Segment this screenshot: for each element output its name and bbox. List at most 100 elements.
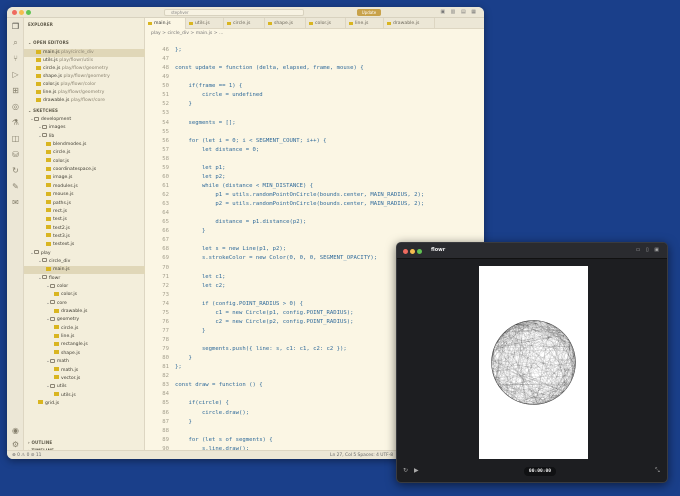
file-item[interactable]: testext.js <box>24 241 145 249</box>
close-window-button[interactable] <box>403 249 408 254</box>
tree-label: shape.js <box>61 350 80 356</box>
folder-icon <box>49 300 55 305</box>
open-editor-item[interactable]: main.js play/circle_div <box>24 49 145 57</box>
file-item[interactable]: rectangle.js <box>24 341 145 349</box>
settings-gear-icon[interactable]: ⚙ <box>11 440 20 449</box>
file-item[interactable]: line.js <box>24 333 145 341</box>
folder-item[interactable]: ⌄ circle_div <box>24 258 145 266</box>
layout-icons[interactable]: ▣ ▥ ▤ ▦ <box>440 9 478 15</box>
file-item[interactable]: circle.js <box>24 325 145 333</box>
line-number: 87 <box>162 418 169 425</box>
js-file-icon <box>46 233 51 238</box>
maximize-window-button[interactable] <box>26 10 31 15</box>
folder-item[interactable]: ⌄ utils <box>24 383 145 391</box>
folder-item[interactable]: ⌄ color <box>24 283 145 291</box>
cursor-position-status[interactable]: Ln 27, Col 5 Spaces: 4 UTF-8 <box>330 451 393 459</box>
code-editor[interactable]: }; const update = function (delta, elapse… <box>175 46 424 454</box>
file-item[interactable]: color.js <box>24 158 145 166</box>
file-item[interactable]: vector.js <box>24 375 145 383</box>
file-item[interactable]: mouse.js <box>24 191 145 199</box>
file-item[interactable]: math.js <box>24 367 145 375</box>
folder-item[interactable]: ⌄ flowr <box>24 275 145 283</box>
tab-color[interactable]: color.js <box>306 18 346 29</box>
code-line: } <box>175 418 192 425</box>
open-editor-item[interactable]: drawable.js play/flowr/core <box>24 97 145 105</box>
minimize-window-button[interactable] <box>19 10 24 15</box>
code-line: let s = new Line(p1, p2); <box>175 246 287 253</box>
file-item[interactable]: grid.js <box>24 400 145 408</box>
code-line: if(frame == 1) { <box>175 83 243 90</box>
docker-icon[interactable]: ◫ <box>11 134 20 143</box>
testing-icon[interactable]: ⚗ <box>11 118 20 127</box>
source-control-icon[interactable]: ⑂ <box>11 54 20 63</box>
file-item[interactable]: circle.js <box>24 149 145 157</box>
search-icon[interactable]: ⌕ <box>11 38 20 47</box>
tab-main[interactable]: main.js <box>145 18 186 29</box>
js-file-icon <box>54 350 59 355</box>
tab-circle[interactable]: circle.js <box>224 18 265 29</box>
open-editor-item[interactable]: utils.js play/flowr/utils <box>24 57 145 65</box>
folder-item[interactable]: ⌄ lib <box>24 133 145 141</box>
tree-label: core <box>56 300 67 306</box>
folder-item[interactable]: ⌄ development <box>24 116 145 124</box>
window-tools-icons[interactable]: ▭ ▯ ▣ <box>636 247 661 253</box>
chat-icon[interactable]: ✉ <box>11 198 20 207</box>
file-item[interactable]: test2.js <box>24 225 145 233</box>
breadcrumb[interactable]: play > circle_div > main.js > ... <box>151 30 223 38</box>
file-item[interactable]: shape.js <box>24 350 145 358</box>
file-item[interactable]: modules.js <box>24 183 145 191</box>
outline-header[interactable]: › OUTLINE <box>28 440 52 448</box>
flowr-title: flowr <box>431 247 446 253</box>
remote-icon[interactable]: ◎ <box>11 102 20 111</box>
open-editor-path: play/circle_div <box>61 50 94 55</box>
file-item[interactable]: color.js <box>24 291 145 299</box>
file-item[interactable]: utils.js <box>24 392 145 400</box>
tab-drawable[interactable]: drawable.js <box>384 18 435 29</box>
sketches-header[interactable]: ⌄ SKETCHES <box>28 108 58 116</box>
problems-status[interactable]: ⊗ 0 ⚠ 0 ⊘ 11 <box>12 451 41 459</box>
command-search-input[interactable]: stephver <box>164 9 304 16</box>
file-item[interactable]: test.js <box>24 216 145 224</box>
database-icon[interactable]: ⛁ <box>11 150 20 159</box>
code-line: let c2; <box>175 282 226 289</box>
open-editor-item[interactable]: color.js play/flowr/color <box>24 81 145 89</box>
play-icon[interactable]: ▶ <box>414 467 419 474</box>
minimize-window-button[interactable] <box>410 249 415 254</box>
tab-shape[interactable]: shape.js <box>265 18 306 29</box>
line-number: 77 <box>162 327 169 334</box>
open-editor-item[interactable]: shape.js play/flowr/geometry <box>24 73 145 81</box>
file-item[interactable]: paths.js <box>24 200 145 208</box>
open-editor-item[interactable]: line.js play/flowr/geometry <box>24 89 145 97</box>
extensions-icon[interactable]: ⊞ <box>11 86 20 95</box>
run-debug-icon[interactable]: ▷ <box>11 70 20 79</box>
open-editor-item[interactable]: circle.js play/flowr/geometry <box>24 65 145 73</box>
folder-item[interactable]: ⌄ play <box>24 250 145 258</box>
sketches-icon[interactable]: ✎ <box>11 182 20 191</box>
folder-item[interactable]: ⌄ math <box>24 358 145 366</box>
file-item[interactable]: coordinatespace.js <box>24 166 145 174</box>
tab-utils[interactable]: utils.js <box>186 18 224 29</box>
folder-item[interactable]: ⌄ images <box>24 124 145 132</box>
account-icon[interactable]: ◉ <box>11 426 20 435</box>
open-editors-header[interactable]: ⌄ OPEN EDITORS <box>28 40 69 48</box>
maximize-window-button[interactable] <box>417 249 422 254</box>
update-button[interactable]: Update <box>357 9 381 16</box>
file-item[interactable]: drawable.js <box>24 308 145 316</box>
file-item[interactable]: main.js <box>24 266 145 275</box>
folder-item[interactable]: ⌄ core <box>24 300 145 308</box>
close-window-button[interactable] <box>12 10 17 15</box>
live-share-icon[interactable]: ↻ <box>11 166 20 175</box>
file-item[interactable]: image.js <box>24 174 145 182</box>
explorer-icon[interactable]: ❐ <box>11 22 20 31</box>
expand-icon[interactable]: ⤡ <box>655 467 660 475</box>
file-item[interactable]: test3.js <box>24 233 145 241</box>
sketch-canvas[interactable] <box>479 266 588 459</box>
reload-icon[interactable]: ↻ <box>403 467 408 474</box>
file-item[interactable]: blendmodes.js <box>24 141 145 149</box>
tab-line[interactable]: line.js <box>346 18 384 29</box>
folder-item[interactable]: ⌄ geometry <box>24 316 145 324</box>
js-file-icon <box>54 308 59 313</box>
file-item[interactable]: rect.js <box>24 208 145 216</box>
